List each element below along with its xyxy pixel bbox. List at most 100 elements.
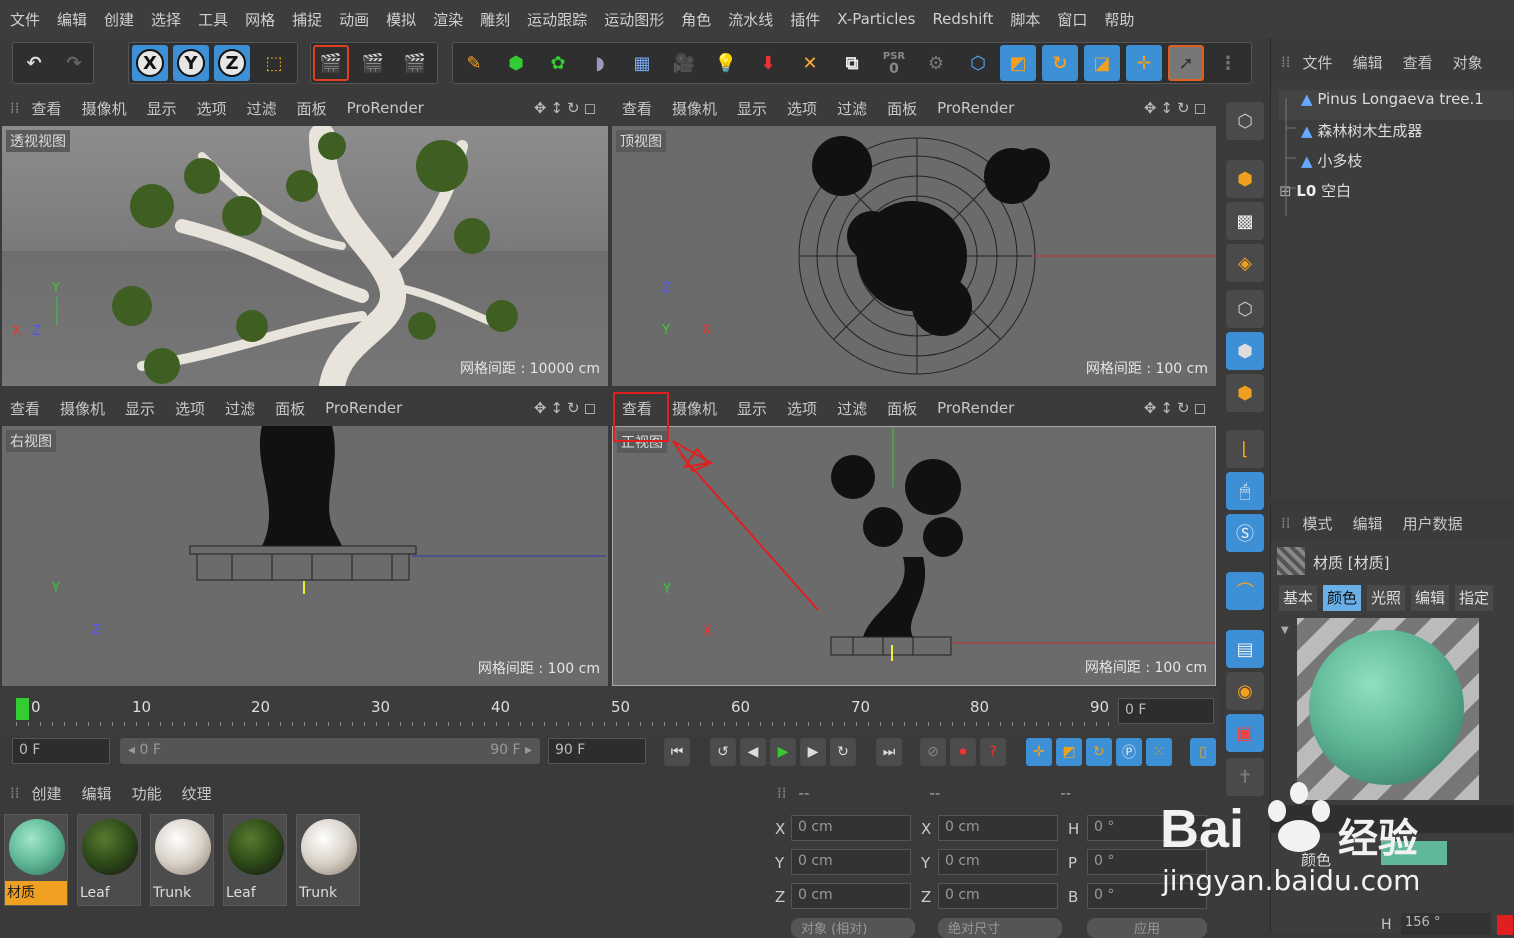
render-picture-viewer-icon[interactable]: 🎬 bbox=[355, 45, 391, 81]
cube-primitive-icon[interactable]: ⬢ bbox=[498, 45, 534, 81]
menu-redshift[interactable]: Redshift bbox=[932, 10, 993, 28]
light-icon[interactable]: 💡 bbox=[708, 45, 744, 81]
tag-icon[interactable]: ⬇ bbox=[750, 45, 786, 81]
menu-edit[interactable]: 编辑 bbox=[57, 9, 87, 30]
collapse-icon[interactable]: ▼ bbox=[1281, 625, 1289, 636]
lock-workplane-icon[interactable]: ▤ bbox=[1226, 630, 1264, 668]
vp-camera-menu[interactable]: 摄像机 bbox=[60, 398, 105, 419]
rotate-icon[interactable]: ↻ bbox=[1042, 45, 1078, 81]
auto-key-icon[interactable]: ? bbox=[980, 738, 1006, 766]
menu-file[interactable]: 文件 bbox=[10, 9, 40, 30]
solo-icon[interactable]: ▣ bbox=[1226, 714, 1264, 752]
goto-start-icon[interactable]: ⏮ bbox=[664, 738, 690, 766]
om-file-menu[interactable]: 文件 bbox=[1303, 52, 1333, 73]
texture-mode-icon[interactable]: ▩ bbox=[1226, 202, 1264, 240]
menu-window[interactable]: 窗口 bbox=[1057, 9, 1087, 30]
model-mode-icon[interactable]: ⬢ bbox=[1226, 160, 1264, 198]
key-scale-icon[interactable]: ◩ bbox=[1056, 738, 1082, 766]
floor-icon[interactable]: ▦ bbox=[624, 45, 660, 81]
coord-mode-dropdown[interactable]: 对象 (相对) bbox=[791, 918, 915, 938]
goto-prev-key-icon[interactable]: ↺ bbox=[710, 738, 736, 766]
object-item-pinus[interactable]: ▲ Pinus Longaeva tree.1 bbox=[1301, 90, 1484, 108]
menu-mesh[interactable]: 网格 bbox=[245, 9, 275, 30]
tab-basic[interactable]: 基本 bbox=[1279, 585, 1318, 611]
vp-view-menu[interactable]: 查看 bbox=[622, 98, 652, 119]
key-param-icon[interactable]: Ⓟ bbox=[1116, 738, 1142, 766]
axis-y-button[interactable]: Y bbox=[173, 45, 209, 81]
size-x-field[interactable]: 0 cm bbox=[938, 815, 1058, 841]
points-mode-icon[interactable]: ⬡ bbox=[1226, 290, 1264, 328]
record-icon[interactable]: ⏺ bbox=[950, 738, 976, 766]
pos-z-field[interactable]: 0 cm bbox=[791, 883, 911, 909]
vp-filter-menu[interactable]: 过滤 bbox=[247, 98, 277, 119]
om-view-menu[interactable]: 查看 bbox=[1403, 52, 1433, 73]
make-editable-icon[interactable]: ⬡ bbox=[1226, 102, 1264, 140]
end-frame-field[interactable]: 90 F bbox=[548, 738, 646, 764]
edges-mode-icon[interactable]: ⬢ bbox=[1226, 332, 1264, 370]
goto-next-key-icon[interactable]: ↻ bbox=[830, 738, 856, 766]
menu-animate[interactable]: 动画 bbox=[339, 9, 369, 30]
menu-simulate[interactable]: 模拟 bbox=[386, 9, 416, 30]
key-position-icon[interactable]: ✛ bbox=[1026, 738, 1052, 766]
vp-display-menu[interactable]: 显示 bbox=[125, 398, 155, 419]
viewport-right[interactable]: 右视图 Y Z 网格间距 : 100 cm bbox=[2, 426, 608, 686]
pos-y-field[interactable]: 0 cm bbox=[791, 849, 911, 875]
move-icon[interactable]: ✛ bbox=[1126, 45, 1162, 81]
vp-display-menu[interactable]: 显示 bbox=[737, 398, 767, 419]
timeline-window-icon[interactable]: ▯ bbox=[1190, 738, 1216, 766]
mm-texture-menu[interactable]: 纹理 bbox=[182, 783, 212, 804]
material-swatch-1[interactable]: Leaf bbox=[77, 814, 141, 906]
render-settings-icon[interactable]: 🎬 bbox=[397, 45, 433, 81]
vp-prorender-menu[interactable]: ProRender bbox=[937, 399, 1014, 417]
axis-x-button[interactable]: X bbox=[132, 45, 168, 81]
generator-icon[interactable]: ✿ bbox=[540, 45, 576, 81]
viewport-nav-icons[interactable]: ✥↕↻◻ bbox=[1144, 399, 1210, 417]
menu-sculpt[interactable]: 雕刻 bbox=[480, 9, 510, 30]
viewport-nav-icons[interactable]: ✥↕↻◻ bbox=[534, 99, 600, 117]
more-tools-icon[interactable]: ⋮ bbox=[1210, 45, 1246, 81]
menu-tools[interactable]: 工具 bbox=[198, 9, 228, 30]
camera-icon[interactable]: 🎥 bbox=[666, 45, 702, 81]
tab-editor[interactable]: 编辑 bbox=[1411, 585, 1450, 611]
render-view-icon[interactable]: 🎬 bbox=[313, 45, 349, 81]
tab-illumination[interactable]: 光照 bbox=[1367, 585, 1406, 611]
vp-camera-menu[interactable]: 摄像机 bbox=[672, 98, 717, 119]
size-mode-dropdown[interactable]: 绝对尺寸 bbox=[938, 918, 1062, 938]
vp-options-menu[interactable]: 选项 bbox=[197, 98, 227, 119]
pos-x-field[interactable]: 0 cm bbox=[791, 815, 911, 841]
menu-plugins[interactable]: 插件 bbox=[790, 9, 820, 30]
key-rotation-icon[interactable]: ↻ bbox=[1086, 738, 1112, 766]
undo-icon[interactable]: ↶ bbox=[16, 45, 52, 81]
mm-function-menu[interactable]: 功能 bbox=[132, 783, 162, 804]
vp-view-menu[interactable]: 查看 bbox=[10, 398, 40, 419]
menu-character[interactable]: 角色 bbox=[681, 9, 711, 30]
am-mode-menu[interactable]: 模式 bbox=[1303, 513, 1333, 534]
viewport-perspective[interactable]: 透视视图 Y X Z 网格间距 : 10000 cm bbox=[2, 126, 608, 386]
vp-filter-menu[interactable]: 过滤 bbox=[837, 398, 867, 419]
material-swatch-2[interactable]: Trunk bbox=[150, 814, 214, 906]
start-frame-field[interactable]: 0 F bbox=[12, 738, 110, 764]
mm-edit-menu[interactable]: 编辑 bbox=[82, 783, 112, 804]
vp-options-menu[interactable]: 选项 bbox=[175, 398, 205, 419]
am-edit-menu[interactable]: 编辑 bbox=[1353, 513, 1383, 534]
pen-icon[interactable]: ✎ bbox=[456, 45, 492, 81]
deformer-icon[interactable]: ◗ bbox=[582, 45, 618, 81]
playhead[interactable] bbox=[16, 698, 29, 720]
mm-create-menu[interactable]: 创建 bbox=[32, 783, 62, 804]
workplane-mode-icon[interactable]: ◈ bbox=[1226, 244, 1264, 282]
vp-display-menu[interactable]: 显示 bbox=[147, 98, 177, 119]
current-frame-field[interactable]: 0 F bbox=[1118, 698, 1214, 724]
viewport-nav-icons[interactable]: ✥↕↻◻ bbox=[1144, 99, 1210, 117]
timeline[interactable]: 0 10 20 30 40 50 60 70 80 90 0 F bbox=[0, 690, 1220, 734]
axis-z-button[interactable]: Z bbox=[214, 45, 250, 81]
record-disabled-icon[interactable]: ⊘ bbox=[920, 738, 946, 766]
vp-panel-menu[interactable]: 面板 bbox=[887, 98, 917, 119]
apply-button[interactable]: 应用 bbox=[1087, 918, 1207, 938]
step-back-icon[interactable]: ◀ bbox=[740, 738, 766, 766]
size-y-field[interactable]: 0 cm bbox=[938, 849, 1058, 875]
om-edit-menu[interactable]: 编辑 bbox=[1353, 52, 1383, 73]
viewport-nav-icons[interactable]: ✥↕↻◻ bbox=[534, 399, 600, 417]
step-forward-icon[interactable]: ▶ bbox=[800, 738, 826, 766]
magnet-icon[interactable]: ⌒ bbox=[1226, 572, 1264, 610]
vp-prorender-menu[interactable]: ProRender bbox=[937, 99, 1014, 117]
